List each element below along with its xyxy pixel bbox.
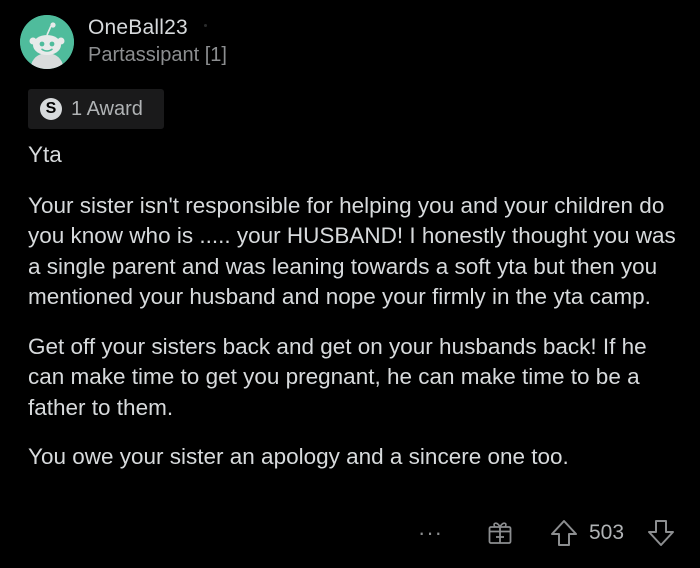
- more-options-button[interactable]: ···: [418, 520, 443, 546]
- comment-paragraph: You owe your sister an apology and a sin…: [28, 444, 569, 469]
- upvote-arrow-icon: [551, 520, 577, 546]
- comment-paragraph: Get off your sisters back and get on you…: [28, 333, 647, 420]
- gift-icon: [488, 522, 512, 544]
- separator-dot: [204, 24, 207, 27]
- snoo-avatar-icon: [20, 15, 74, 69]
- silver-award-icon: S: [40, 98, 62, 120]
- gift-award-button[interactable]: [486, 518, 514, 551]
- username[interactable]: OneBall23: [88, 16, 188, 40]
- comment: OneBall23 Partassipant [1] S 1 Award Yta…: [0, 0, 700, 568]
- comment-paragraph: Yta: [28, 142, 62, 167]
- downvote-button[interactable]: [646, 518, 676, 553]
- downvote-arrow-icon: [648, 520, 674, 546]
- comment-body: Yta Your sister isn't responsible for he…: [28, 140, 688, 473]
- comment-paragraph: Your sister isn't responsible for helpin…: [28, 192, 676, 310]
- comment-actions: ··· 503: [0, 514, 700, 554]
- award-badge[interactable]: S 1 Award: [28, 89, 164, 129]
- upvote-button[interactable]: [549, 518, 579, 553]
- award-label: 1 Award: [71, 97, 143, 120]
- vote-score: 503: [589, 521, 625, 544]
- avatar[interactable]: [20, 15, 74, 69]
- user-flair: Partassipant [1]: [88, 44, 227, 66]
